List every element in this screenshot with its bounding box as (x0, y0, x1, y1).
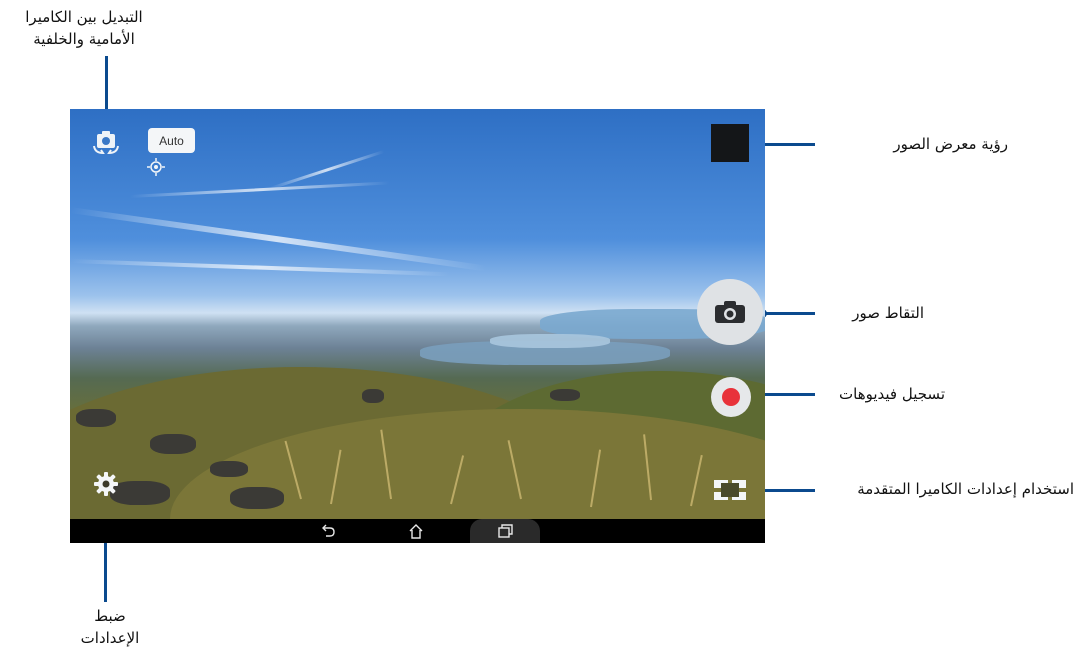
sky-cloud (129, 181, 390, 198)
recents-icon (498, 524, 513, 538)
focus-target (147, 158, 165, 176)
callout-settings-line1: ضبط (94, 607, 126, 625)
capture-photo-button[interactable] (697, 279, 763, 345)
callout-switch-camera: التبديل بين الكاميرا الأمامية والخلفية (10, 6, 158, 50)
record-video-button[interactable] (711, 377, 751, 417)
sky-cloud (70, 259, 450, 277)
callout-switch-camera-line1: التبديل بين الكاميرا (25, 8, 143, 26)
camera-viewfinder[interactable]: Auto (70, 109, 765, 543)
home-icon (409, 523, 423, 539)
gallery-thumbnail-button[interactable] (711, 124, 749, 162)
switch-camera-icon (93, 131, 119, 155)
callout-capture: التقاط صور (852, 304, 924, 322)
callout-settings-line2: الإعدادات (80, 629, 140, 647)
recents-button[interactable] (494, 522, 516, 540)
system-navigation-bar (70, 519, 765, 543)
connector-capture (762, 312, 815, 315)
callout-settings: ضبط الإعدادات (60, 605, 160, 649)
rock (362, 389, 384, 403)
rock (76, 409, 116, 427)
switch-camera-button[interactable] (90, 127, 122, 157)
callout-record: تسجيل فيديوهات (839, 385, 945, 403)
home-button[interactable] (406, 522, 426, 540)
lagoon (490, 334, 610, 348)
callout-advanced: استخدام إعدادات الكاميرا المتقدمة (857, 480, 1074, 498)
callout-gallery: رؤية معرض الصور (893, 135, 1008, 153)
rock (550, 389, 580, 401)
focus-target-icon (147, 158, 165, 176)
back-icon (322, 524, 335, 537)
rock (230, 487, 284, 509)
back-button[interactable] (318, 522, 338, 540)
settings-button[interactable] (91, 469, 121, 499)
advanced-settings-icon (714, 480, 746, 500)
record-dot-icon (722, 388, 740, 406)
gear-icon (94, 472, 118, 496)
camera-icon (715, 301, 745, 323)
rock (150, 434, 196, 454)
callout-switch-camera-line2: الأمامية والخلفية (33, 30, 135, 48)
rock (210, 461, 248, 477)
advanced-settings-button[interactable] (712, 477, 748, 503)
scene-mode-badge[interactable]: Auto (148, 128, 195, 153)
